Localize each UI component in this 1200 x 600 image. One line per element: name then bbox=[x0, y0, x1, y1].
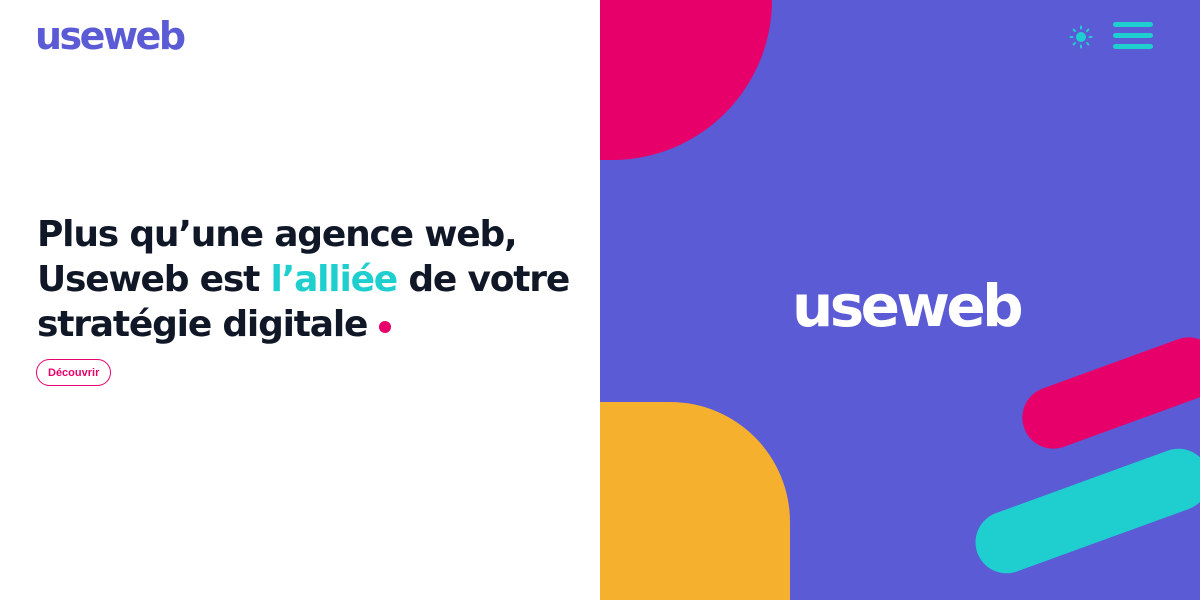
yellow-rounded-block-decoration bbox=[600, 402, 790, 600]
hamburger-menu-icon-bar-bottom bbox=[1113, 44, 1153, 49]
hamburger-menu-icon-bar-middle bbox=[1113, 33, 1153, 38]
headline-line-2: Useweb est l’alliée de votre bbox=[37, 257, 577, 302]
discover-button[interactable]: Découvrir bbox=[36, 359, 112, 386]
headline-line-2-end: de votre bbox=[397, 259, 570, 300]
headline-line-2-start: Useweb est bbox=[37, 259, 271, 300]
hero-headline: Plus qu’une agence web, Useweb est l’all… bbox=[37, 212, 577, 347]
headline-line-1: Plus qu’une agence web, bbox=[37, 214, 518, 255]
hero-left-panel: useweb Plus qu’une agence web, Useweb es… bbox=[0, 0, 600, 600]
theme-toggle-button[interactable] bbox=[1069, 25, 1093, 49]
pink-dot-decoration bbox=[379, 321, 392, 333]
hamburger-menu-button[interactable] bbox=[1110, 19, 1156, 53]
headline-line-3-text: stratégie digitale bbox=[37, 304, 368, 345]
hamburger-menu-icon-bar-top bbox=[1113, 22, 1153, 27]
center-brand-logo: useweb bbox=[792, 272, 1024, 340]
pink-quarter-circle-decoration bbox=[600, 0, 772, 160]
headline-accent-word: l’alliée bbox=[270, 259, 398, 300]
brand-logo[interactable]: useweb bbox=[35, 14, 186, 58]
sun-icon bbox=[1069, 25, 1093, 49]
headline-line-3: stratégie digitale bbox=[37, 302, 577, 347]
